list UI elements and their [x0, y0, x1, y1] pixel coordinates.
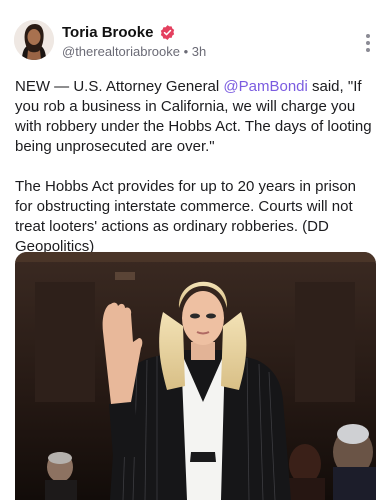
author-display-name[interactable]: Toria Brooke — [62, 24, 153, 41]
dot — [366, 48, 370, 52]
avatar-image — [14, 20, 54, 60]
dot — [366, 34, 370, 38]
post-header: Toria Brooke @therealtoriabrooke • 3h — [14, 20, 376, 64]
photo-woman-raising-hand-icon — [15, 252, 376, 500]
post-text: NEW — U.S. Attorney General @PamBondi sa… — [15, 77, 377, 257]
author-subline: @therealtoriabrooke • 3h — [62, 44, 206, 59]
post-paragraph-1: NEW — U.S. Attorney General @PamBondi sa… — [15, 77, 377, 157]
more-options-icon[interactable] — [360, 32, 376, 54]
dot — [366, 41, 370, 45]
avatar[interactable] — [14, 20, 54, 60]
author-meta: Toria Brooke @therealtoriabrooke • 3h — [62, 22, 206, 60]
meta-separator: • — [183, 44, 189, 59]
mention-link[interactable]: @PamBondi — [223, 78, 307, 95]
verified-badge-icon — [159, 24, 176, 41]
post-text-intro: NEW — U.S. Attorney General — [15, 78, 224, 95]
post-paragraph-2: The Hobbs Act provides for up to 20 year… — [15, 178, 357, 255]
post-photo[interactable] — [15, 252, 376, 500]
author-handle[interactable]: @therealtoriabrooke — [62, 44, 180, 59]
post-time[interactable]: 3h — [192, 44, 206, 59]
